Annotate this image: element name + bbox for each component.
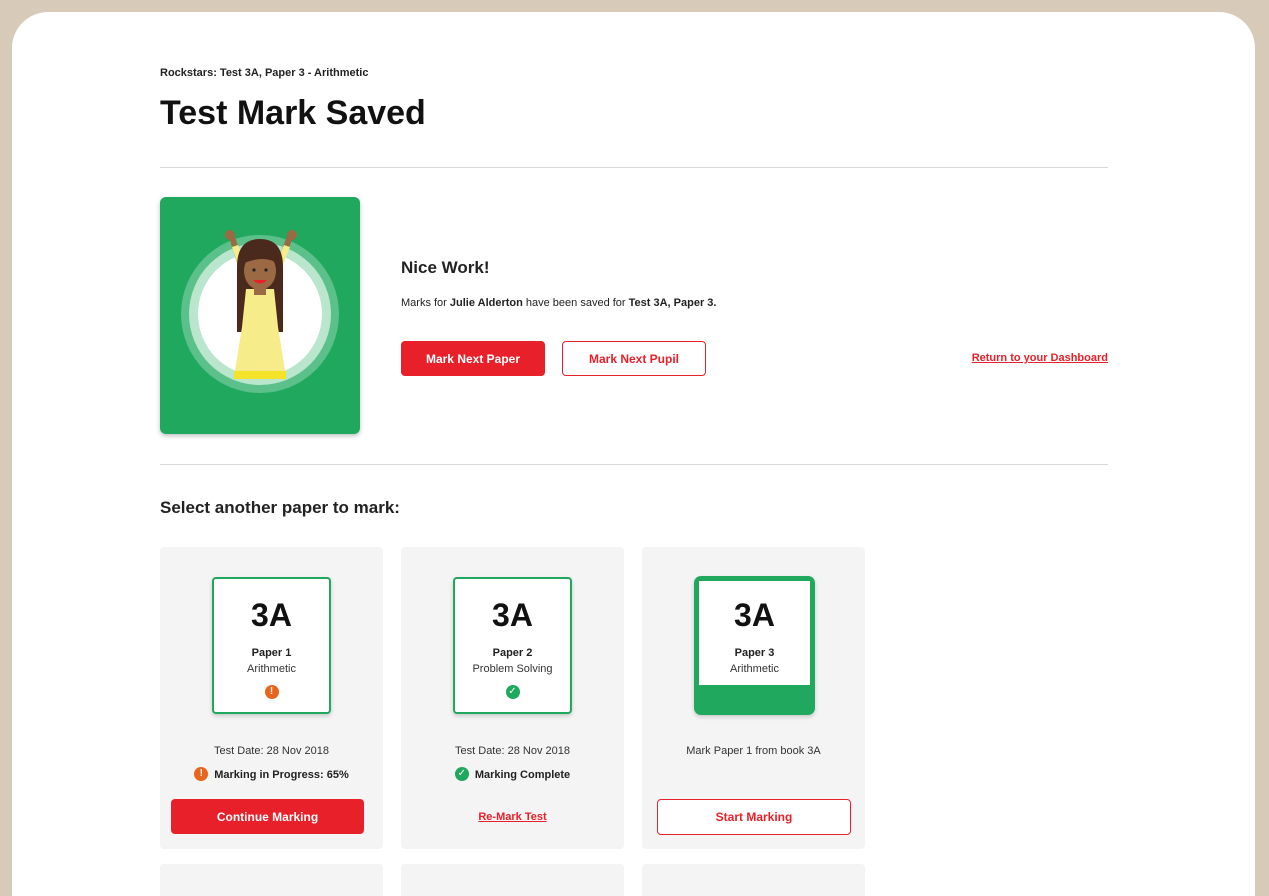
warning-icon: ! (194, 767, 209, 781)
check-icon: ✓ (454, 767, 469, 781)
paper-card-1: 3A Paper 1 Arithmetic ! Test Date: 28 No… (160, 547, 383, 849)
success-heading: Nice Work! (401, 258, 490, 277)
check-icon: ✓ (505, 685, 520, 699)
mark-next-paper-button[interactable]: Mark Next Paper (401, 341, 545, 376)
book-code: 3A (734, 597, 775, 633)
message-text: have been saved for (522, 297, 629, 309)
paper-book-3[interactable]: 3A Paper 3 Arithmetic (694, 576, 815, 715)
app-window: Rockstars: Test 3A, Paper 3 - Arithmetic… (12, 12, 1255, 896)
section-title: Select another paper to mark: (160, 498, 400, 517)
book-cover: 3A Paper 2 Problem Solving ✓ (455, 579, 570, 712)
divider (160, 464, 1108, 465)
paper-number: Paper 1 (251, 647, 292, 659)
paper-subject: Problem Solving (472, 663, 553, 675)
test-name: Test 3A, Paper 3. (628, 297, 717, 309)
marking-note: Mark Paper 1 from book 3A (686, 745, 821, 757)
book-cover: 3A Paper 3 Arithmetic (699, 581, 810, 685)
paper-number: Paper 2 (492, 647, 533, 659)
breadcrumb: Rockstars: Test 3A, Paper 3 - Arithmetic (160, 67, 369, 79)
mark-next-pupil-button[interactable]: Mark Next Pupil (562, 341, 706, 376)
paper-subject: Arithmetic (730, 663, 779, 675)
test-date: Test Date: 28 Nov 2018 (214, 745, 329, 757)
page-title: Test Mark Saved (160, 94, 426, 132)
pupil-name: Julie Alderton (449, 297, 523, 309)
book-code: 3A (492, 597, 533, 633)
paper-number: Paper 3 (734, 647, 775, 659)
re-mark-test-link[interactable]: Re-Mark Test (401, 811, 624, 823)
paper-subject: Arithmetic (247, 663, 296, 675)
return-to-dashboard-link[interactable]: Return to your Dashboard (972, 352, 1108, 364)
marking-status: ✓ Marking Complete (401, 767, 624, 782)
paper-card-peek (401, 864, 624, 896)
paper-book-1[interactable]: 3A Paper 1 Arithmetic ! (212, 577, 331, 714)
book-code: 3A (251, 597, 292, 633)
test-date: Test Date: 28 Nov 2018 (455, 745, 570, 757)
message-text: Marks for (401, 297, 450, 309)
start-marking-button[interactable]: Start Marking (657, 799, 851, 835)
success-message: Marks for Julie Alderton have been saved… (401, 297, 716, 309)
celebration-illustration (160, 197, 360, 434)
paper-book-2[interactable]: 3A Paper 2 Problem Solving ✓ (453, 577, 572, 714)
celebrating-pupil-icon (181, 230, 339, 393)
divider (160, 167, 1108, 168)
paper-card-peek (160, 864, 383, 896)
status-text: Marking in Progress: 65% (214, 768, 349, 781)
paper-card-2: 3A Paper 2 Problem Solving ✓ Test Date: … (401, 547, 624, 849)
warning-icon: ! (264, 685, 279, 699)
status-text: Marking Complete (474, 768, 571, 781)
continue-marking-button[interactable]: Continue Marking (171, 799, 364, 834)
paper-card-peek (642, 864, 865, 896)
marking-status: ! Marking in Progress: 65% (160, 767, 383, 782)
paper-card-3: 3A Paper 3 Arithmetic Mark Paper 1 from … (642, 547, 865, 849)
book-cover: 3A Paper 1 Arithmetic ! (214, 579, 329, 712)
